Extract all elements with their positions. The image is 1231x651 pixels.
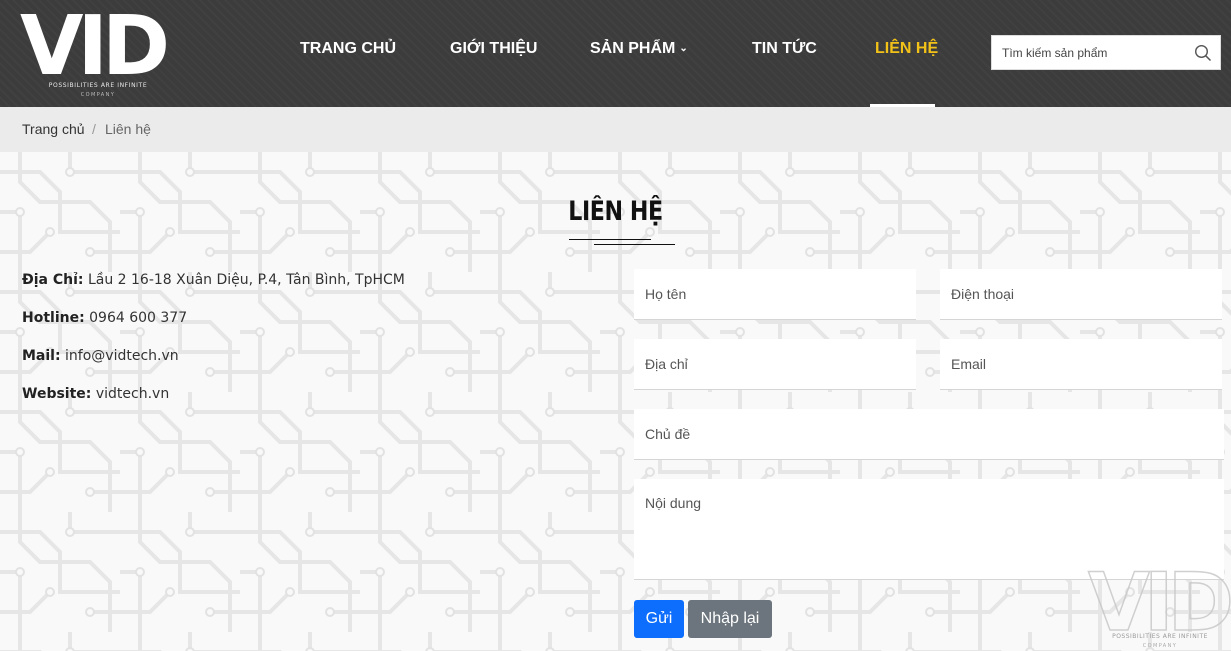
vid-logo[interactable]: VID POSSIBILITIES ARE INFINITE COMPANY bbox=[20, 4, 170, 102]
address-input[interactable] bbox=[634, 339, 916, 389]
email-field-wrap bbox=[940, 339, 1222, 390]
site-header: VID POSSIBILITIES ARE INFINITE COMPANY T… bbox=[0, 0, 1231, 107]
logo-subtag: COMPANY bbox=[80, 92, 116, 98]
info-hotline: Hotline: 0964 600 377 bbox=[22, 310, 187, 326]
page-title: LIÊN HỆ bbox=[568, 196, 663, 227]
nav-item-label: LIÊN HỆ bbox=[875, 40, 939, 57]
email-input[interactable] bbox=[940, 339, 1222, 389]
breadcrumb: Trang chủ / Liên hệ bbox=[0, 107, 1231, 152]
info-label: Website: bbox=[22, 386, 92, 402]
watermark-subtag: COMPANY bbox=[1142, 643, 1178, 649]
nav-item-label: TIN TỨC bbox=[752, 40, 817, 57]
nav-item-label: SẢN PHẨM bbox=[590, 40, 676, 57]
info-address: Địa Chỉ: Lầu 2 16-18 Xuân Diệu, P.4, Tân… bbox=[22, 272, 405, 288]
breadcrumb-current: Liên hệ bbox=[105, 121, 151, 137]
address-field-wrap bbox=[634, 339, 916, 390]
subject-input[interactable] bbox=[634, 409, 1224, 459]
phone-input[interactable] bbox=[940, 269, 1222, 319]
contact-section: LIÊN HỆ Địa Chỉ: Lầu 2 16-18 Xuân Diệu, … bbox=[0, 152, 1231, 651]
search-icon[interactable] bbox=[1194, 44, 1212, 62]
subject-field-wrap bbox=[634, 409, 1224, 460]
nav-item-label: GIỚI THIỆU bbox=[450, 40, 538, 57]
name-field-wrap bbox=[634, 269, 916, 320]
info-website: Website: vidtech.vn bbox=[22, 386, 169, 402]
nav-item-news[interactable]: TIN TỨC bbox=[752, 40, 817, 58]
search-input[interactable] bbox=[992, 36, 1188, 69]
name-input[interactable] bbox=[634, 269, 916, 319]
info-value: vidtech.vn bbox=[95, 386, 170, 402]
nav-item-contact[interactable]: LIÊN HỆ bbox=[875, 40, 938, 58]
nav-item-home[interactable]: TRANG CHỦ bbox=[300, 40, 396, 58]
vid-logo-mark: VID bbox=[20, 4, 170, 82]
info-label: Hotline: bbox=[22, 310, 85, 326]
product-search bbox=[991, 35, 1221, 70]
reset-button[interactable]: Nhập lại bbox=[688, 600, 772, 638]
breadcrumb-separator: / bbox=[92, 121, 96, 137]
breadcrumb-home-link[interactable]: Trang chủ bbox=[22, 121, 85, 137]
title-divider bbox=[569, 239, 651, 240]
chevron-down-icon: ⌄ bbox=[679, 43, 688, 54]
logo-lettering: VID bbox=[20, 4, 166, 82]
nav-item-label: TRANG CHỦ bbox=[300, 40, 396, 57]
info-label: Địa Chỉ: bbox=[22, 272, 84, 288]
nav-item-about[interactable]: GIỚI THIỆU bbox=[450, 40, 537, 58]
send-button[interactable]: Gửi bbox=[634, 600, 684, 638]
info-value: info@vidtech.vn bbox=[65, 348, 179, 364]
watermark-tagline: POSSIBILITIES ARE INFINITE bbox=[1112, 633, 1208, 640]
info-value: Lầu 2 16-18 Xuân Diệu, P.4, Tân Bình, Tp… bbox=[87, 272, 405, 288]
info-label: Mail: bbox=[22, 348, 61, 364]
info-value: 0964 600 377 bbox=[89, 310, 188, 326]
info-mail: Mail: info@vidtech.vn bbox=[22, 348, 179, 364]
nav-item-products[interactable]: SẢN PHẨM ⌄ bbox=[590, 40, 688, 58]
phone-field-wrap bbox=[940, 269, 1222, 320]
title-divider bbox=[594, 244, 675, 245]
logo-tagline: POSSIBILITIES ARE INFINITE bbox=[48, 82, 148, 89]
